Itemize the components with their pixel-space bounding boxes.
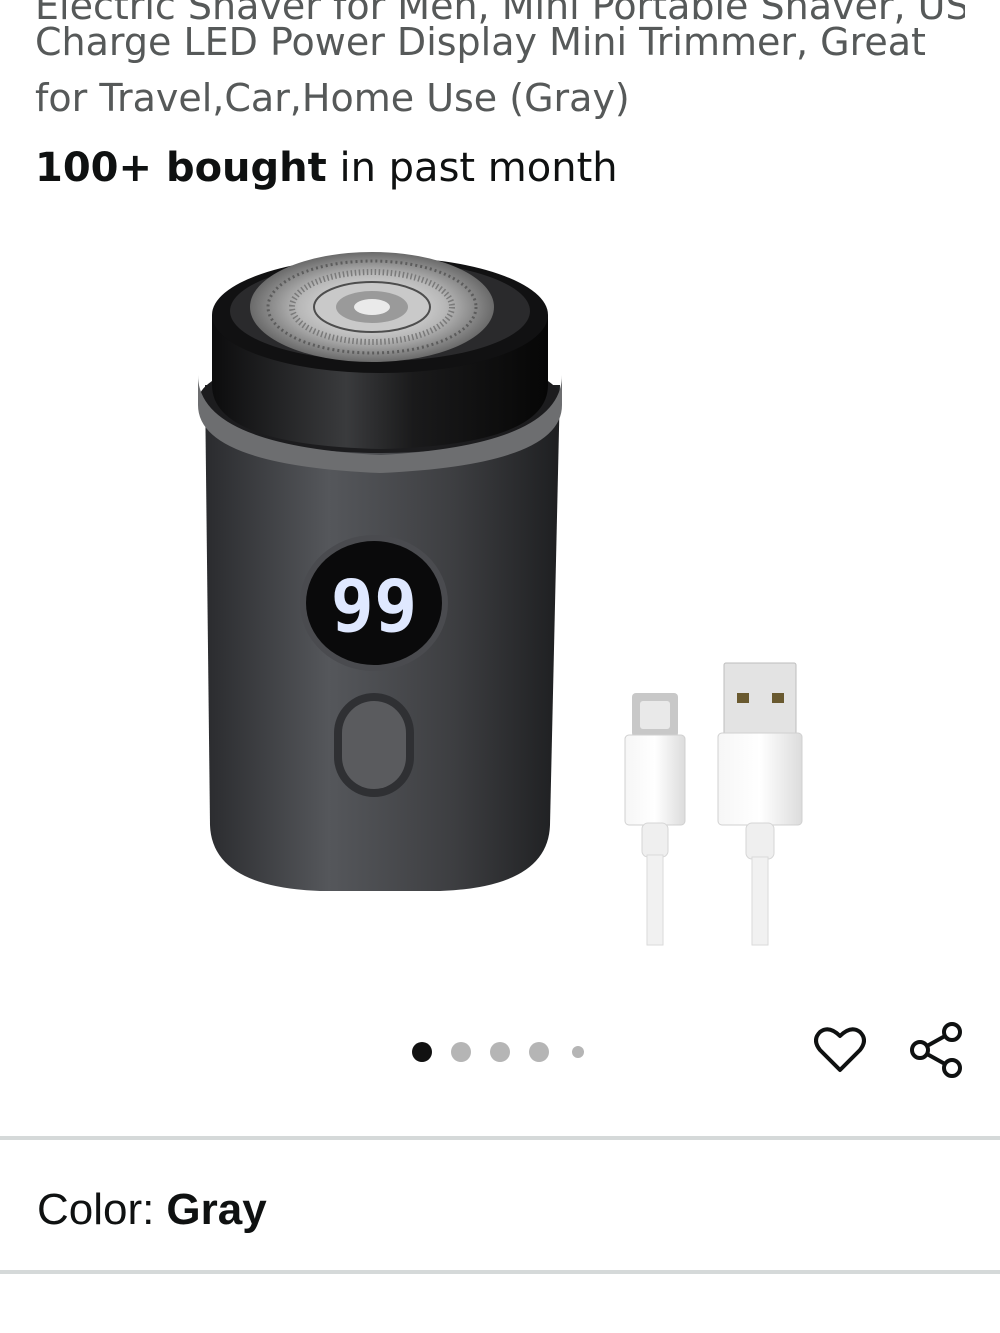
section-divider [0,1270,1000,1274]
battery-level-display: 99 [331,564,418,648]
add-to-list-button[interactable] [810,1020,870,1080]
pagination-dot[interactable] [529,1042,549,1062]
pagination-dot[interactable] [451,1042,471,1062]
bought-suffix: in past month [326,145,618,191]
pagination-dot[interactable] [490,1042,510,1062]
color-label: Color: [37,1185,155,1234]
heart-icon [814,1027,866,1072]
product-title[interactable]: Charge LED Power Display Mini Trimmer, G… [35,14,965,126]
image-pagination-dots[interactable] [412,1040,603,1064]
bought-in-past-month: 100+ bought in past month [35,140,618,196]
product-image: 99 [198,252,803,946]
pagination-dot[interactable] [572,1046,584,1058]
bought-count: 100+ bought [35,145,327,191]
product-image-gallery[interactable]: 99 [0,215,1000,1005]
color-variation-row[interactable]: Color: Gray [37,1180,267,1240]
share-icon [910,1022,962,1078]
product-title-line: for Travel,Car,Home Use (Gray) [35,76,630,120]
product-title-line: Charge LED Power Display Mini Trimmer, G… [35,20,926,64]
section-divider [0,1136,1000,1140]
pagination-dot-active[interactable] [412,1042,432,1062]
color-value: Gray [166,1185,267,1234]
share-button[interactable] [906,1020,966,1080]
